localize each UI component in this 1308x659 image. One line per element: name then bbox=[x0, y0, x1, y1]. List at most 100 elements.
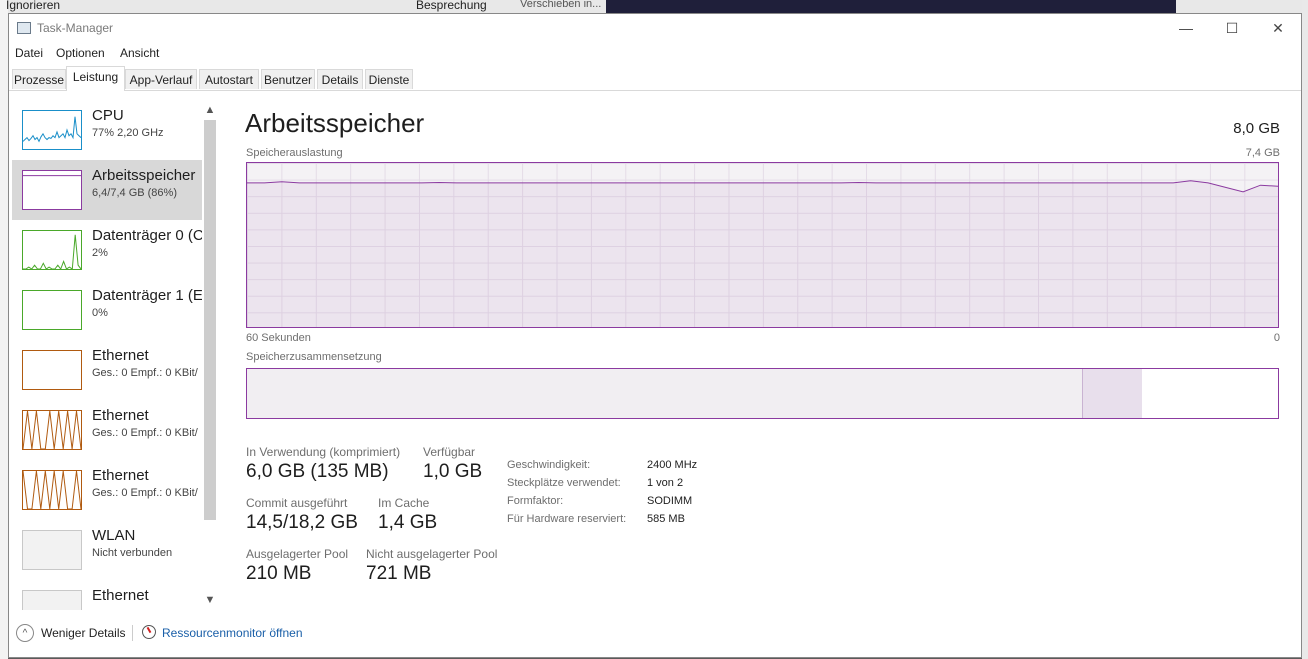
thumbnail-graph-line bbox=[23, 116, 81, 143]
stat-value: 6,0 GB (135 MB) bbox=[246, 461, 389, 482]
resource-sidebar: CPU 77% 2,20 GHz Arbeitsspeicher 6,4/7,4… bbox=[9, 100, 219, 610]
spec-form-factor-label: Formfaktor: bbox=[507, 495, 564, 507]
tab-startup[interactable]: Autostart bbox=[199, 69, 259, 89]
wlan-thumbnail-graph bbox=[22, 530, 82, 570]
sidebar-item-disk-0[interactable]: Datenträger 0 (C 2% bbox=[12, 220, 202, 280]
background-meeting-text[interactable]: Besprechung bbox=[416, 0, 487, 12]
scroll-up-icon[interactable]: ▲ bbox=[204, 104, 216, 116]
spec-slots-value: 1 von 2 bbox=[647, 477, 684, 489]
sidebar-item-ethernet-2[interactable]: Ethernet Ges.: 0 Empf.: 0 KBit/ bbox=[12, 400, 202, 460]
sidebar-item-ethernet-3[interactable]: Ethernet Ges.: 0 Empf.: 0 KBit/ bbox=[12, 460, 202, 520]
sidebar-item-label: Datenträger 1 (E bbox=[92, 287, 202, 304]
sidebar-item-cpu[interactable]: CPU 77% 2,20 GHz bbox=[12, 100, 202, 160]
maximize-button[interactable]: ☐ bbox=[1209, 14, 1255, 42]
stat-paged-pool: Ausgelagerter Pool 210 MB bbox=[246, 547, 348, 585]
spec-form-factor-value: SODIMM bbox=[647, 495, 693, 507]
menu-options[interactable]: Optionen bbox=[56, 46, 105, 60]
thumbnail-graph-line bbox=[23, 471, 81, 509]
stat-in-use: In Verwendung (komprimiert) 6,0 GB (135 … bbox=[246, 445, 400, 483]
menu-bar: Datei Optionen Ansicht bbox=[9, 44, 1301, 64]
stat-value: 1,0 GB bbox=[423, 461, 483, 482]
ethernet-thumbnail-graph bbox=[22, 470, 82, 510]
sidebar-item-label: CPU bbox=[92, 107, 124, 124]
sidebar-item-label: Ethernet bbox=[92, 407, 149, 424]
stat-nonpaged-pool: Nicht ausgelagerter Pool 721 MB bbox=[366, 547, 497, 585]
thumbnail-graph-line bbox=[23, 411, 81, 449]
minimize-button[interactable]: — bbox=[1163, 14, 1209, 42]
tab-users[interactable]: Benutzer bbox=[261, 69, 315, 89]
sidebar-item-disk-1[interactable]: Datenträger 1 (E 0% bbox=[12, 280, 202, 340]
spec-speed-label: Geschwindigkeit: bbox=[507, 459, 591, 471]
scroll-down-icon[interactable]: ▼ bbox=[204, 594, 216, 606]
composition-standby[interactable] bbox=[1142, 369, 1278, 418]
memory-usage-svg bbox=[247, 180, 1278, 327]
sidebar-item-label: Ethernet bbox=[92, 467, 149, 484]
menu-file[interactable]: Datei bbox=[15, 46, 43, 60]
background-dark-area bbox=[606, 0, 1176, 14]
ethernet-thumbnail-graph bbox=[22, 410, 82, 450]
stat-label: In Verwendung (komprimiert) bbox=[246, 445, 401, 459]
tab-app-history[interactable]: App-Verlauf bbox=[125, 69, 197, 89]
spec-reserved-label: Für Hardware reserviert: bbox=[507, 513, 627, 525]
sidebar-item-value: Ges.: 0 Empf.: 0 KBit/ bbox=[92, 427, 198, 439]
time-axis-label: 60 Sekunden bbox=[246, 332, 311, 344]
background-move-text[interactable]: Verschieben in... bbox=[520, 0, 601, 10]
footer-divider bbox=[132, 625, 133, 641]
usage-graph-max: 7,4 GB bbox=[1245, 147, 1280, 159]
spec-reserved-value: 585 MB bbox=[647, 513, 685, 525]
time-axis-min: 0 bbox=[1273, 332, 1280, 344]
task-manager-window: Task-Manager — ☐ ✕ Datei Optionen Ansich… bbox=[8, 13, 1302, 658]
ethernet-thumbnail-graph bbox=[22, 590, 82, 610]
stat-label: Ausgelagerter Pool bbox=[246, 547, 349, 561]
memory-composition-bar[interactable] bbox=[246, 368, 1279, 419]
tab-details[interactable]: Details bbox=[317, 69, 363, 89]
fewer-details-link[interactable]: Weniger Details bbox=[41, 626, 125, 640]
sidebar-item-value: Nicht verbunden bbox=[92, 547, 173, 559]
sidebar-item-wlan[interactable]: WLAN Nicht verbunden bbox=[12, 520, 202, 580]
menu-view[interactable]: Ansicht bbox=[120, 46, 159, 60]
stat-commit: Commit ausgeführt 14,5/18,2 GB bbox=[246, 496, 358, 534]
tab-processes[interactable]: Prozesse bbox=[12, 69, 66, 89]
stat-value: 1,4 GB bbox=[378, 512, 438, 533]
resource-monitor-icon[interactable] bbox=[142, 625, 156, 639]
memory-usage-graph bbox=[246, 162, 1279, 328]
composition-label: Speicherzusammensetzung bbox=[246, 351, 382, 363]
sidebar-item-value: Ges.: 0 Empf.: 0 KBit/ bbox=[92, 487, 198, 499]
close-button[interactable]: ✕ bbox=[1255, 14, 1301, 42]
thumbnail-graph-line bbox=[23, 175, 81, 177]
scrollbar-thumb[interactable] bbox=[204, 120, 216, 520]
ethernet-thumbnail-graph bbox=[22, 350, 82, 390]
usage-graph-label: Speicherauslastung bbox=[246, 147, 343, 159]
cpu-thumbnail-graph bbox=[22, 110, 82, 150]
stat-available: Verfügbar 1,0 GB bbox=[423, 445, 482, 483]
stat-value: 721 MB bbox=[366, 563, 432, 584]
sidebar-item-value: 2% bbox=[92, 247, 108, 259]
sidebar-scrollbar[interactable]: ▲ ▼ bbox=[202, 102, 219, 610]
footer-bar: ^ Weniger Details Ressourcenmonitor öffn… bbox=[9, 620, 1301, 646]
sidebar-item-label: Datenträger 0 (C bbox=[92, 227, 202, 244]
composition-in-use[interactable] bbox=[247, 369, 1082, 418]
sidebar-item-label: Ethernet bbox=[92, 587, 149, 604]
total-memory: 8,0 GB bbox=[1233, 120, 1280, 137]
sidebar-item-ethernet-4[interactable]: Ethernet bbox=[12, 580, 202, 610]
stat-label: Nicht ausgelagerter Pool bbox=[366, 547, 498, 561]
title-bar[interactable]: Task-Manager — ☐ ✕ bbox=[9, 14, 1301, 42]
sidebar-item-ethernet-1[interactable]: Ethernet Ges.: 0 Empf.: 0 KBit/ bbox=[12, 340, 202, 400]
thumbnail-graph-line bbox=[23, 234, 81, 269]
sidebar-item-value: Ges.: 0 Empf.: 0 KBit/ bbox=[92, 367, 198, 379]
stat-cache: Im Cache 1,4 GB bbox=[378, 496, 437, 534]
tab-services[interactable]: Dienste bbox=[365, 69, 413, 89]
background-right-edge bbox=[1302, 0, 1308, 659]
memory-detail-panel: Arbeitsspeicher 8,0 GB Speicherauslastun… bbox=[245, 100, 1280, 610]
chevron-up-icon[interactable]: ^ bbox=[16, 624, 34, 642]
composition-modified[interactable] bbox=[1082, 369, 1144, 418]
sidebar-item-label: Arbeitsspeicher bbox=[92, 167, 196, 184]
stat-value: 210 MB bbox=[246, 563, 312, 584]
stat-value: 14,5/18,2 GB bbox=[246, 512, 358, 533]
tab-performance[interactable]: Leistung bbox=[66, 66, 125, 91]
sidebar-item-memory[interactable]: Arbeitsspeicher 6,4/7,4 GB (86%) bbox=[12, 160, 202, 220]
memory-usage-area bbox=[247, 180, 1278, 327]
open-resource-monitor-link[interactable]: Ressourcenmonitor öffnen bbox=[162, 626, 303, 640]
disk-1-thumbnail-graph bbox=[22, 290, 82, 330]
background-ignore-text[interactable]: Ignorieren bbox=[6, 0, 60, 12]
